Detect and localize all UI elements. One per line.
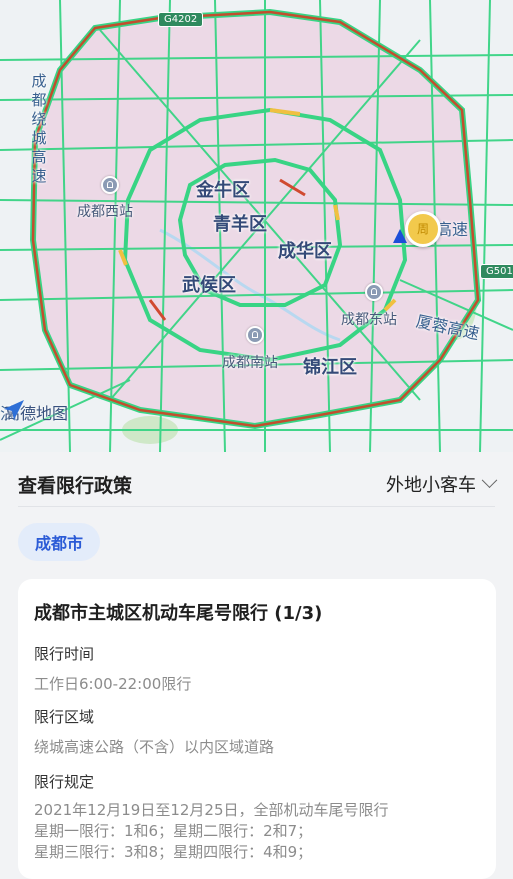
station-south-icon	[246, 326, 264, 344]
road-label-ring-expressway: 成都绕城高速	[31, 72, 47, 185]
area-value: 绕城高速公路（不含）以内区域道路	[34, 738, 275, 756]
panel-title: 查看限行政策	[18, 474, 133, 497]
rule-line: 2021年12月19日至12月25日，全部机动车尾号限行	[34, 801, 389, 819]
highway-shield-g4202: G4202	[158, 12, 204, 27]
map-view[interactable]: G4202 G5013 成都绕城高速 金牛区 青羊区 成华区 武侯区 锦江区 成…	[0, 0, 513, 452]
vehicle-type-value: 外地小客车	[386, 475, 476, 496]
current-location-marker[interactable]: 周	[393, 211, 443, 251]
amap-logo: 高德地图	[0, 398, 68, 426]
time-value: 工作日6:00-22:00限行	[34, 675, 192, 693]
station-west[interactable]: 成都西站	[77, 201, 133, 221]
rule-line: 星期三限行：3和8；星期四限行：4和9；	[34, 843, 313, 861]
policy-header: 查看限行政策 外地小客车	[18, 462, 498, 507]
district-qingyang[interactable]: 青羊区	[213, 210, 267, 236]
restriction-card: 成都市主城区机动车尾号限行 (1/3) 限行时间 工作日6:00-22:00限行…	[18, 579, 496, 879]
station-east[interactable]: 成都东站	[341, 309, 397, 329]
rule-label: 限行规定	[34, 773, 95, 791]
rule-line: 星期一限行：1和6；星期二限行：2和7；	[34, 822, 313, 840]
district-chenghua[interactable]: 成华区	[278, 237, 332, 263]
card-title: 成都市主城区机动车尾号限行 (1/3)	[34, 603, 323, 624]
station-east-icon	[365, 283, 383, 301]
station-west-icon	[101, 176, 119, 194]
highway-shield-g5013: G5013	[480, 264, 513, 279]
district-jinniu[interactable]: 金牛区	[196, 176, 250, 202]
station-south[interactable]: 成都南站	[222, 352, 278, 372]
area-label: 限行区域	[34, 708, 95, 726]
chevron-down-icon	[481, 471, 498, 488]
restriction-panel: 查看限行政策 外地小客车 成都市 成都市主城区机动车尾号限行 (1/3) 限行时…	[0, 452, 513, 879]
amap-arrow-icon	[4, 400, 24, 420]
rule-list: 2021年12月19日至12月25日，全部机动车尾号限行 星期一限行：1和6；星…	[34, 800, 389, 863]
weather-icon: 周	[405, 211, 441, 247]
district-jinjiang[interactable]: 锦江区	[303, 353, 357, 379]
city-tab[interactable]: 成都市	[18, 523, 101, 561]
time-label: 限行时间	[34, 645, 95, 663]
district-wuhou[interactable]: 武侯区	[182, 271, 236, 297]
vehicle-type-dropdown[interactable]: 外地小客车	[386, 471, 498, 497]
